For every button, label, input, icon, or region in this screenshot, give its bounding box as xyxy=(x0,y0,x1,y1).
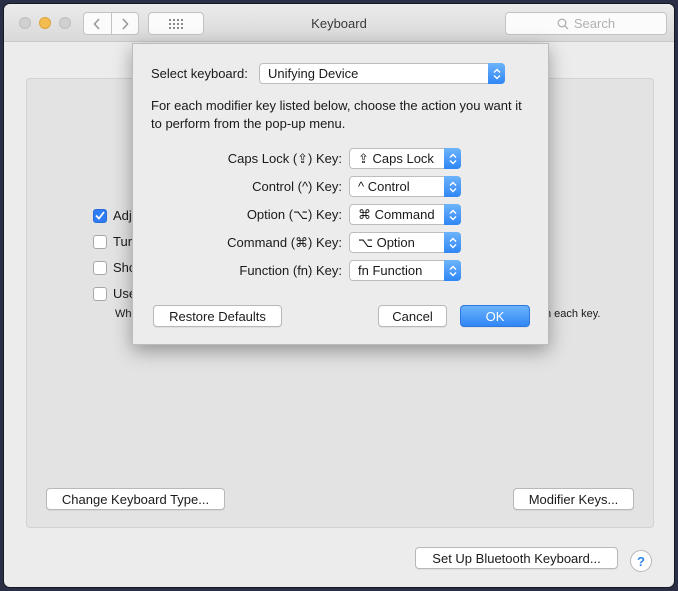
search-icon xyxy=(557,18,569,29)
command-key-popup[interactable]: ⌥ Option xyxy=(349,232,461,253)
ok-button[interactable]: OK xyxy=(460,305,530,327)
caps-lock-key-label: Caps Lock (⇪) Key: xyxy=(227,151,342,166)
checkbox-checked[interactable] xyxy=(93,208,107,223)
search-placeholder: Search xyxy=(573,16,616,31)
command-key-value: ⌥ Option xyxy=(358,234,415,250)
popup-stepper-icon xyxy=(444,148,461,169)
caps-lock-key-popup[interactable]: ⇪ Caps Lock xyxy=(349,148,461,169)
control-key-popup[interactable]: ^ Control xyxy=(349,176,461,197)
checkbox-unchecked[interactable] xyxy=(93,260,107,275)
change-keyboard-type-button[interactable]: Change Keyboard Type... xyxy=(46,488,225,510)
function-key-label: Function (fn) Key: xyxy=(239,263,342,278)
select-keyboard-popup[interactable]: Unifying Device xyxy=(259,63,505,84)
function-key-value: fn Function xyxy=(358,263,423,278)
checkbox-unchecked[interactable] xyxy=(93,286,107,301)
popup-stepper-icon xyxy=(488,63,505,84)
select-keyboard-label: Select keyboard: xyxy=(151,66,248,81)
modifier-keys-button[interactable]: Modifier Keys... xyxy=(513,488,634,510)
setup-bluetooth-keyboard-button[interactable]: Set Up Bluetooth Keyboard... xyxy=(415,547,618,569)
search-field[interactable]: Search xyxy=(505,12,667,35)
checkmark-icon xyxy=(95,211,105,220)
checkbox-unchecked[interactable] xyxy=(93,234,107,249)
cancel-button[interactable]: Cancel xyxy=(378,305,447,327)
select-keyboard-value: Unifying Device xyxy=(268,66,359,81)
command-key-label: Command (⌘) Key: xyxy=(227,235,342,250)
popup-stepper-icon xyxy=(444,176,461,197)
caps-lock-key-value: ⇪ Caps Lock xyxy=(358,150,434,166)
option-key-value: ⌘ Command xyxy=(358,206,435,222)
sheet-description: For each modifier key listed below, choo… xyxy=(151,98,522,131)
option-key-label: Option (⌥) Key: xyxy=(246,207,342,222)
checkbox-label: Adj xyxy=(113,208,132,223)
help-button[interactable]: ? xyxy=(630,550,652,572)
popup-stepper-icon xyxy=(444,232,461,253)
control-key-value: ^ Control xyxy=(358,179,410,194)
title-bar: Keyboard Search xyxy=(4,4,674,42)
control-key-label: Control (^) Key: xyxy=(252,179,342,194)
popup-stepper-icon xyxy=(444,204,461,225)
popup-stepper-icon xyxy=(444,260,461,281)
restore-defaults-button[interactable]: Restore Defaults xyxy=(153,305,282,327)
option-key-popup[interactable]: ⌘ Command xyxy=(349,204,461,225)
modifier-keys-sheet: Select keyboard: Unifying Device For eac… xyxy=(132,43,549,345)
checkbox-description-right: n each key. xyxy=(545,308,601,320)
checkbox-label: Tur xyxy=(113,234,133,249)
function-key-popup[interactable]: fn Function xyxy=(349,260,461,281)
